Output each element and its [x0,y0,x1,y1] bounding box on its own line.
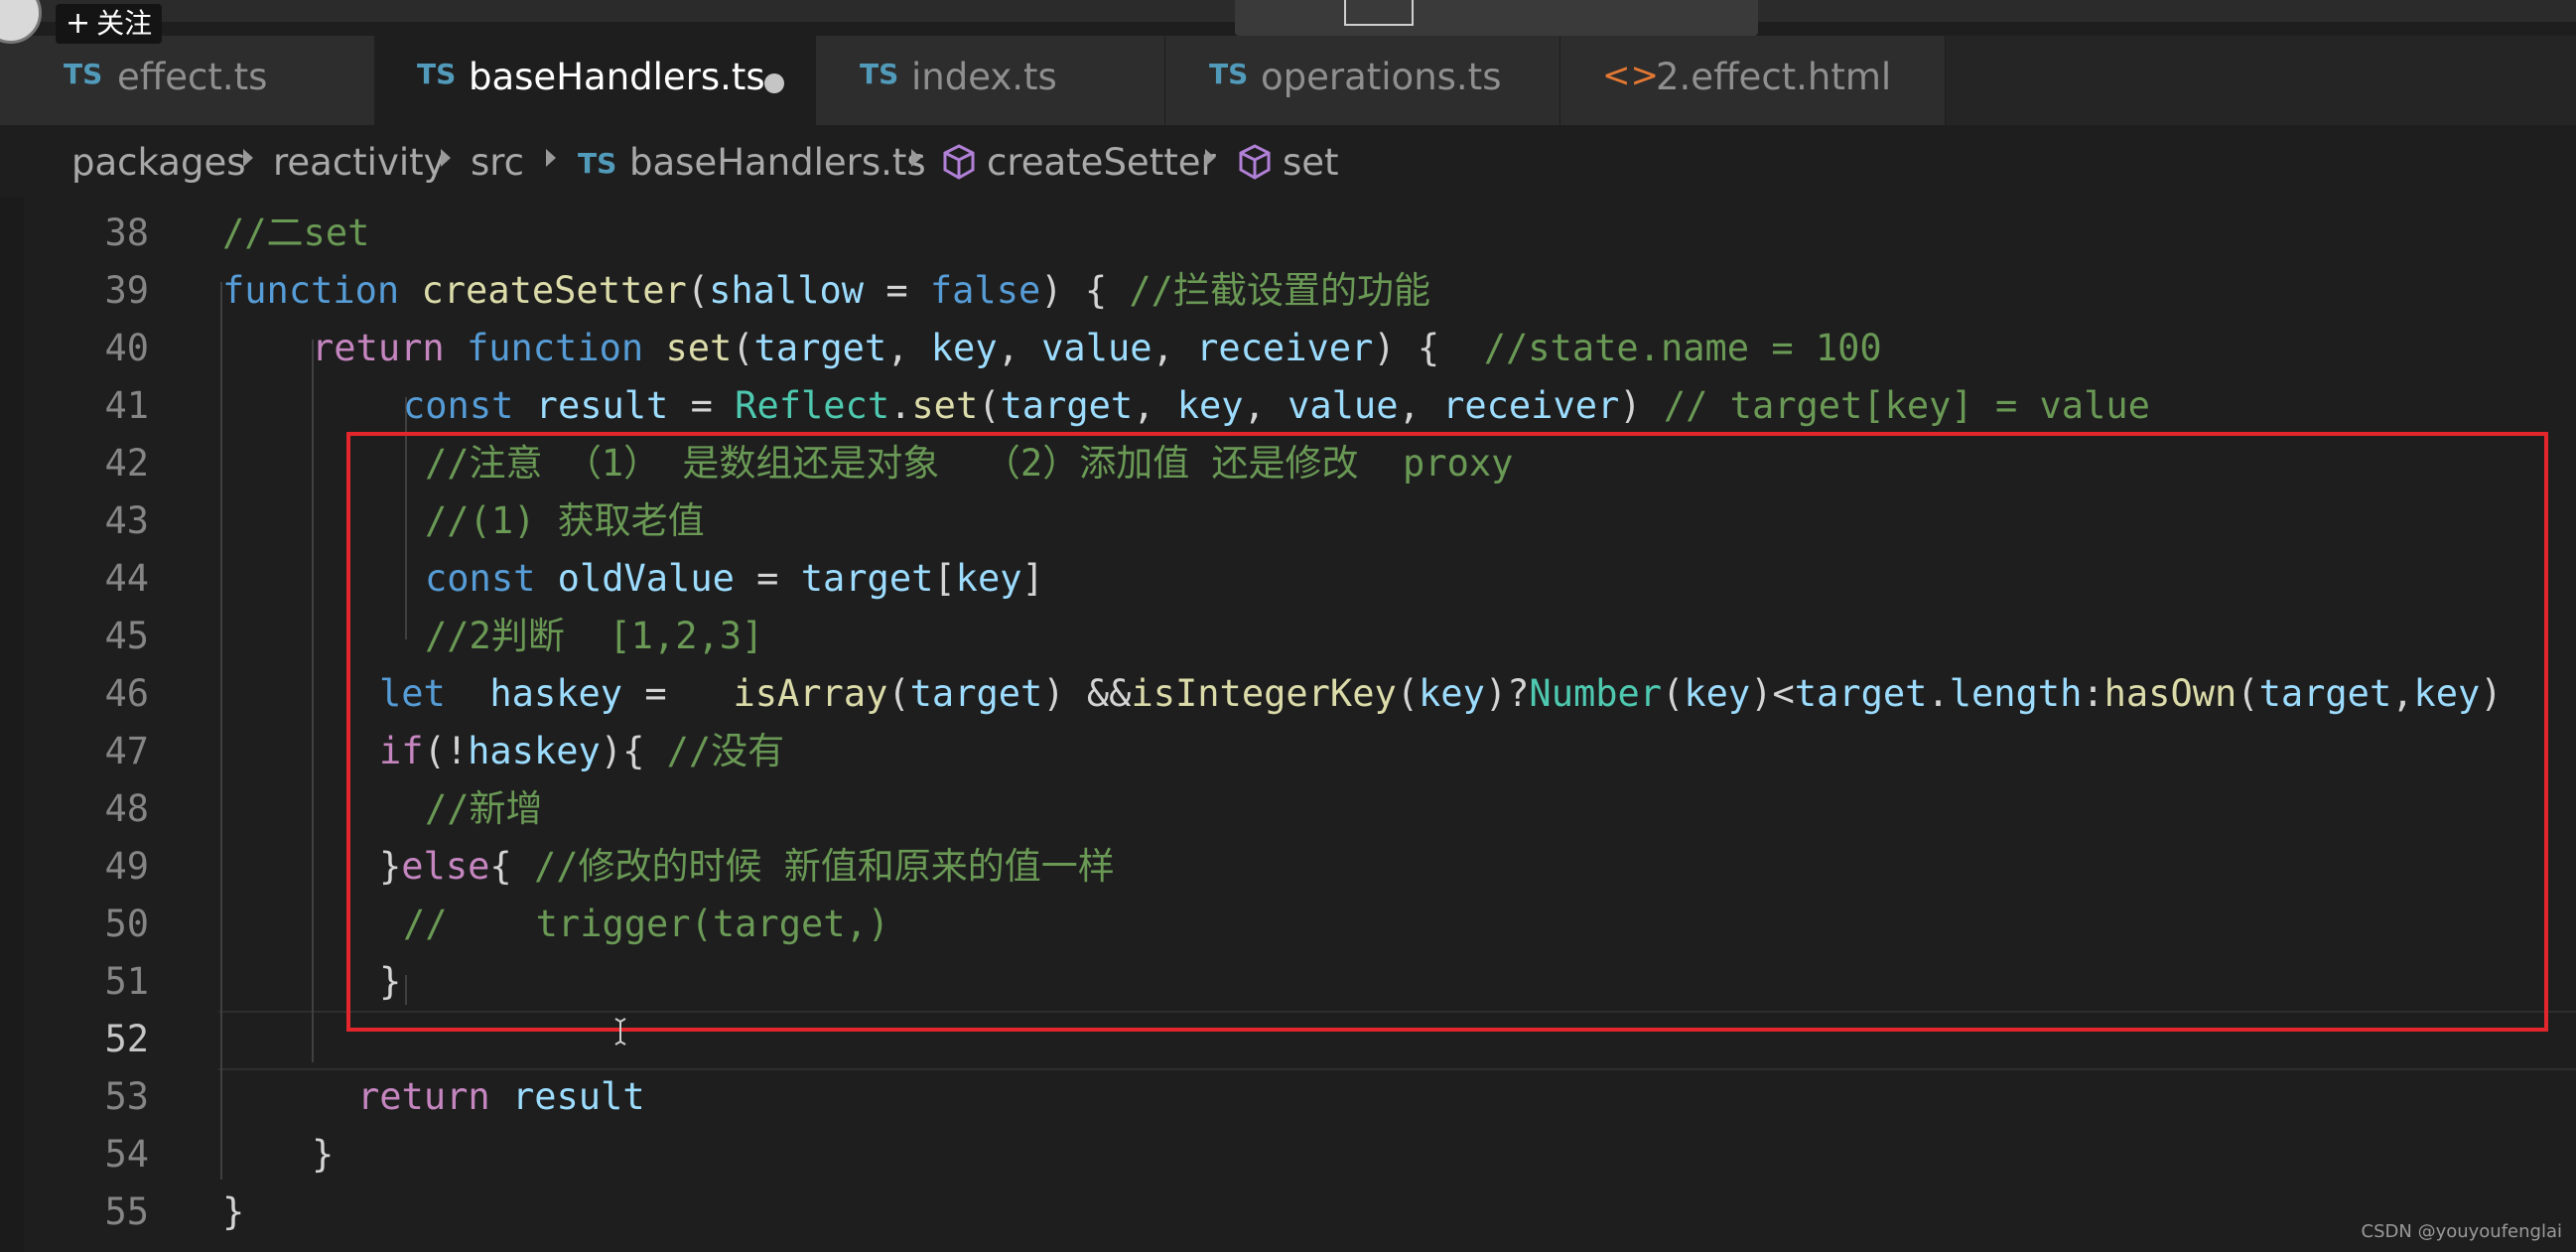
code-line[interactable]: //二set [222,205,369,262]
typescript-file-icon: TS [417,58,457,90]
tab-index-ts[interactable]: TS index.ts [816,36,1165,125]
tab-label: effect.ts [117,56,268,98]
line-number: 51 [104,960,149,1003]
activity-edge [0,197,24,1252]
code-line[interactable]: function createSetter(shallow = false) {… [222,262,1430,320]
tab-operations-ts[interactable]: TS operations.ts [1165,36,1560,125]
tab-basehandlers-ts[interactable]: TS baseHandlers.ts [375,36,816,125]
chevron-right-icon [441,149,451,167]
overlay-panel [1235,0,1758,36]
chevron-right-icon [911,149,921,167]
indent-guide [220,282,222,1180]
line-number: 47 [104,730,149,772]
indent-guide [312,340,314,1062]
breadcrumb-item-src[interactable]: src [471,141,524,184]
code-editor[interactable]: 38 39 40 41 42 43 44 45 46 47 48 49 50 5… [0,197,2576,1252]
code-line[interactable]: } [222,1183,244,1241]
line-number: 53 [104,1075,149,1118]
line-number: 45 [104,615,149,657]
tab-label: baseHandlers.ts [469,56,765,98]
typescript-file-icon: TS [1209,58,1249,90]
chevron-right-icon [243,149,253,167]
code-line[interactable]: return result [357,1068,645,1126]
breadcrumb-item-reactivity[interactable]: reactivity [273,141,446,184]
chevron-right-icon [1205,149,1215,167]
highlight-box [346,432,2548,1032]
line-number: 40 [104,327,149,369]
breadcrumb-item-createsetter[interactable]: createSetter [987,141,1216,184]
line-number: 42 [104,442,149,485]
tab-label: operations.ts [1261,56,1502,98]
follow-label: 关注 [96,7,153,40]
line-number: 48 [104,787,149,830]
plus-icon: + [66,6,91,41]
tab-effect-ts[interactable]: TS effect.ts [0,36,375,125]
line-number: 44 [104,557,149,600]
code-line[interactable]: return function set(target, key, value, … [312,320,1882,377]
tab-label: 2.effect.html [1656,56,1892,98]
watermark: CSDN @youyoufenglai [2361,1221,2562,1242]
line-number: 41 [104,384,149,427]
typescript-file-icon: TS [64,58,103,90]
line-number: 46 [104,672,149,715]
breadcrumb: packages reactivity src TS baseHandlers.… [0,125,2576,197]
method-cube-icon [943,144,975,180]
code-line[interactable]: } [312,1126,334,1183]
tab-2-effect-html[interactable]: <> 2.effect.html [1560,36,1946,125]
breadcrumb-item-set[interactable]: set [1283,141,1339,184]
line-number: 39 [104,269,149,312]
html-file-icon: <> [1602,56,1659,95]
line-number: 38 [104,211,149,254]
line-number: 50 [104,903,149,945]
unsaved-changes-dot-icon[interactable] [764,73,784,93]
breadcrumb-item-basehandlers[interactable]: baseHandlers.ts [629,141,926,184]
overlay-input-box [1344,0,1414,26]
tab-label: index.ts [911,56,1057,98]
code-line[interactable]: const result = Reflect.set(target, key, … [403,377,2150,435]
line-number: 54 [104,1133,149,1176]
line-number: 55 [104,1190,149,1233]
chevron-right-icon [546,149,556,167]
line-number: 43 [104,499,149,542]
typescript-file-icon: TS [860,58,899,90]
typescript-file-icon: TS [578,147,617,180]
method-cube-icon [1239,144,1271,180]
line-number-current: 52 [104,1018,149,1060]
line-number: 49 [104,845,149,888]
editor-tab-bar: TS effect.ts TS baseHandlers.ts TS index… [0,36,2576,125]
follow-button[interactable]: + 关注 [56,4,163,44]
text-cursor-icon [614,1018,626,1045]
breadcrumb-item-packages[interactable]: packages [71,141,245,184]
